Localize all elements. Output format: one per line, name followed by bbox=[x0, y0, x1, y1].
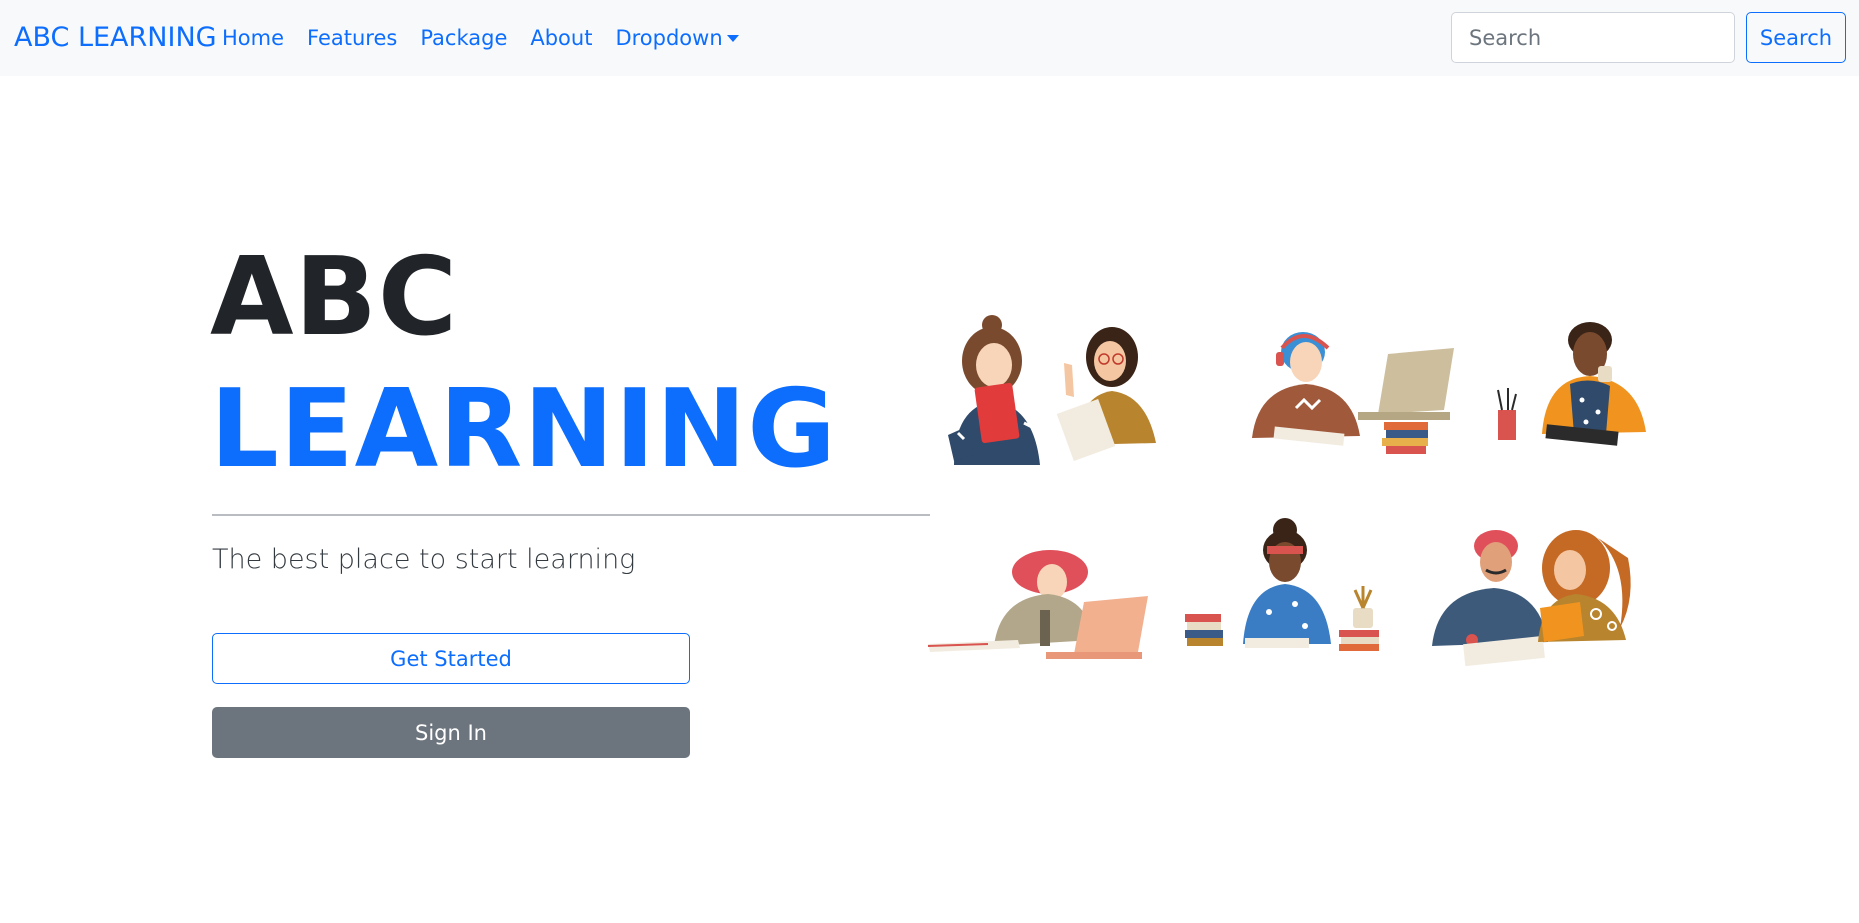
brand-logo-link[interactable]: ABC LEARNING bbox=[14, 20, 217, 56]
nav-link-features[interactable]: Features bbox=[307, 20, 397, 56]
woman-reading-books-icon bbox=[1185, 518, 1379, 651]
nav-link-package[interactable]: Package bbox=[420, 20, 507, 56]
nav-dropdown-label: Dropdown bbox=[615, 26, 723, 50]
couple-studying-icon bbox=[1432, 530, 1631, 667]
man-laptop-headphones-icon bbox=[1252, 332, 1454, 454]
search-button[interactable]: Search bbox=[1746, 12, 1846, 63]
caret-down-icon bbox=[726, 34, 739, 42]
sign-in-button[interactable]: Sign In bbox=[212, 707, 690, 758]
hero-divider bbox=[212, 514, 930, 516]
nav-links: Home Features Package About Dropdown bbox=[222, 20, 762, 56]
get-started-button[interactable]: Get Started bbox=[212, 633, 690, 684]
two-women-reading-icon bbox=[948, 315, 1156, 465]
man-drinking-coffee-icon bbox=[1497, 322, 1646, 446]
search-input[interactable] bbox=[1451, 12, 1735, 63]
hero-title-line2: LEARNING bbox=[210, 367, 837, 492]
nav-link-home[interactable]: Home bbox=[222, 20, 284, 56]
woman-laptop-writing-icon bbox=[927, 550, 1148, 659]
nav-dropdown-toggle[interactable]: Dropdown bbox=[615, 20, 739, 56]
nav-link-about[interactable]: About bbox=[530, 20, 592, 56]
hero-subtitle: The best place to start learning bbox=[212, 544, 636, 575]
hero-title-line1: ABC bbox=[210, 235, 459, 360]
navbar: ABC LEARNING Home Features Package About… bbox=[0, 0, 1859, 76]
students-studying-illustration bbox=[920, 300, 1660, 680]
